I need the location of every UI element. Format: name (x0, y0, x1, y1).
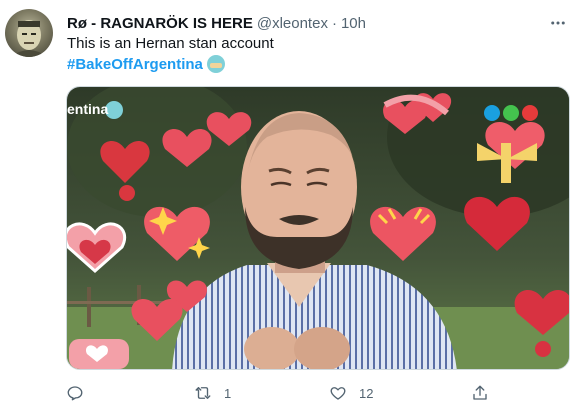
tweet-media[interactable]: entina (66, 86, 570, 370)
more-options-button[interactable] (545, 10, 571, 36)
share-button[interactable] (471, 384, 489, 402)
retweet-icon (195, 387, 211, 399)
reply-icon (67, 386, 83, 401)
separator-dot: · (331, 14, 337, 32)
tweet-text: This is an Hernan stan account (67, 35, 274, 52)
reply-button[interactable] (66, 384, 96, 402)
like-count: 12 (359, 385, 374, 401)
hashflag-icon (206, 55, 225, 73)
retweet-count: 1 (224, 385, 232, 401)
more-icon (551, 21, 565, 25)
media-image (67, 87, 569, 369)
user-handle[interactable]: @xleontex (257, 15, 328, 32)
like-button[interactable]: 12 (329, 384, 373, 402)
display-name[interactable]: Rø - RAGNARÖK IS HERE (67, 15, 253, 32)
media-watermark-text: entina (67, 101, 109, 117)
retweet-button[interactable]: 1 (194, 384, 231, 402)
like-icon (330, 387, 346, 400)
hashtag-link[interactable]: #BakeOffArgentina (67, 56, 203, 73)
avatar-image (11, 20, 47, 57)
share-icon (473, 385, 487, 400)
hashtag-line: #BakeOffArgentina (67, 55, 225, 73)
tweet[interactable]: Rø - RAGNARÖK IS HERE @xleontex · 10h Th… (0, 0, 586, 413)
tweet-header: Rø - RAGNARÖK IS HERE @xleontex · 10h (67, 13, 366, 33)
avatar[interactable] (5, 9, 53, 57)
timestamp[interactable]: 10h (341, 15, 366, 32)
tweet-actions: 1 12 (66, 384, 570, 406)
